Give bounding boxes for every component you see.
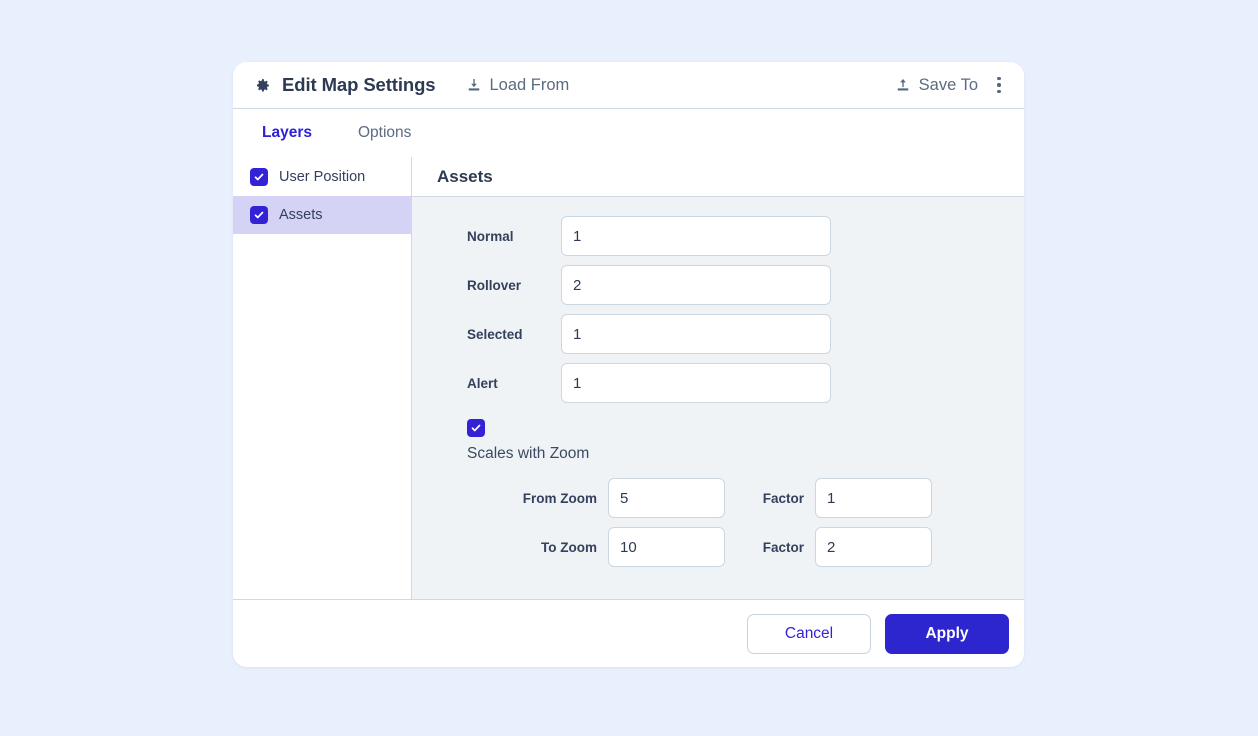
alert-input[interactable]: 1 <box>561 363 831 403</box>
tab-options[interactable]: Options <box>356 120 413 146</box>
to-zoom-factor-label: Factor <box>762 539 804 555</box>
sidebar-item-assets[interactable]: Assets <box>233 196 411 234</box>
from-zoom-input[interactable]: 5 <box>608 478 725 518</box>
to-zoom-input[interactable]: 10 <box>608 527 725 567</box>
sidebar-item-label: User Position <box>279 169 366 185</box>
from-zoom-factor-input[interactable]: 1 <box>815 478 932 518</box>
rollover-input[interactable]: 2 <box>561 265 831 305</box>
scales-with-zoom-checkbox[interactable] <box>467 419 485 437</box>
field-row-normal: Normal 1 <box>412 216 1024 256</box>
from-zoom-label: From Zoom <box>522 490 597 506</box>
field-label-selected: Selected <box>467 326 523 342</box>
upload-icon <box>895 77 911 93</box>
to-zoom-label: To Zoom <box>541 539 597 555</box>
kebab-dot <box>997 83 1001 87</box>
download-icon <box>466 77 482 93</box>
dialog-body: User Position Assets Assets Normal 1 Rol… <box>233 157 1024 599</box>
save-to-label: Save To <box>918 75 978 94</box>
field-label-alert: Alert <box>467 375 498 391</box>
layers-sidebar: User Position Assets <box>233 157 412 599</box>
load-from-button[interactable]: Load From <box>466 75 570 95</box>
edit-map-settings-dialog: Edit Map Settings Load From Save To Laye… <box>233 62 1024 667</box>
field-row-selected: Selected 1 <box>412 314 1024 354</box>
tab-layers[interactable]: Layers <box>260 120 314 146</box>
normal-input[interactable]: 1 <box>561 216 831 256</box>
scales-with-zoom-block: Scales with Zoom <box>412 419 1024 463</box>
kebab-dot <box>997 89 1001 94</box>
field-row-rollover: Rollover 2 <box>412 265 1024 305</box>
kebab-dot <box>997 76 1001 81</box>
panel-header: Assets <box>412 157 1024 197</box>
scales-with-zoom-label: Scales with Zoom <box>467 445 590 462</box>
settings-form: Normal 1 Rollover 2 Selected 1 Alert 1 S… <box>412 197 1024 599</box>
zoom-range-rows: From Zoom 5 Factor 1 To Zoom 10 Factor 2 <box>412 478 1024 567</box>
apply-button[interactable]: Apply <box>885 613 1009 654</box>
sidebar-item-label: Assets <box>279 207 323 223</box>
panel-title: Assets <box>437 166 493 186</box>
sidebar-item-user-position[interactable]: User Position <box>233 158 411 196</box>
dialog-header-left: Edit Map Settings Load From <box>254 74 569 96</box>
zoom-row-to: To Zoom 10 Factor 2 <box>412 527 1024 567</box>
from-zoom-factor-label: Factor <box>762 490 804 506</box>
selected-input[interactable]: 1 <box>561 314 831 354</box>
save-to-button[interactable]: Save To <box>895 76 978 95</box>
dialog-footer: Cancel Apply <box>233 599 1024 667</box>
dialog-header: Edit Map Settings Load From Save To <box>233 62 1024 109</box>
layer-settings-panel: Assets Normal 1 Rollover 2 Selected 1 Al… <box>412 157 1024 599</box>
layer-checkbox-user-position[interactable] <box>250 168 268 186</box>
tab-bar: Layers Options <box>233 109 1024 157</box>
cancel-button[interactable]: Cancel <box>747 613 871 654</box>
page-title: Edit Map Settings <box>282 74 436 95</box>
zoom-row-from: From Zoom 5 Factor 1 <box>412 478 1024 518</box>
field-label-rollover: Rollover <box>467 277 522 293</box>
to-zoom-factor-input[interactable]: 2 <box>815 527 932 567</box>
load-from-label: Load From <box>489 75 570 94</box>
layer-checkbox-assets[interactable] <box>250 206 268 224</box>
dialog-header-right: Save To <box>876 73 1010 97</box>
gear-icon <box>254 77 271 94</box>
field-row-alert: Alert 1 <box>412 363 1024 403</box>
field-label-normal: Normal <box>467 228 514 244</box>
kebab-menu-icon[interactable] <box>988 73 1010 97</box>
